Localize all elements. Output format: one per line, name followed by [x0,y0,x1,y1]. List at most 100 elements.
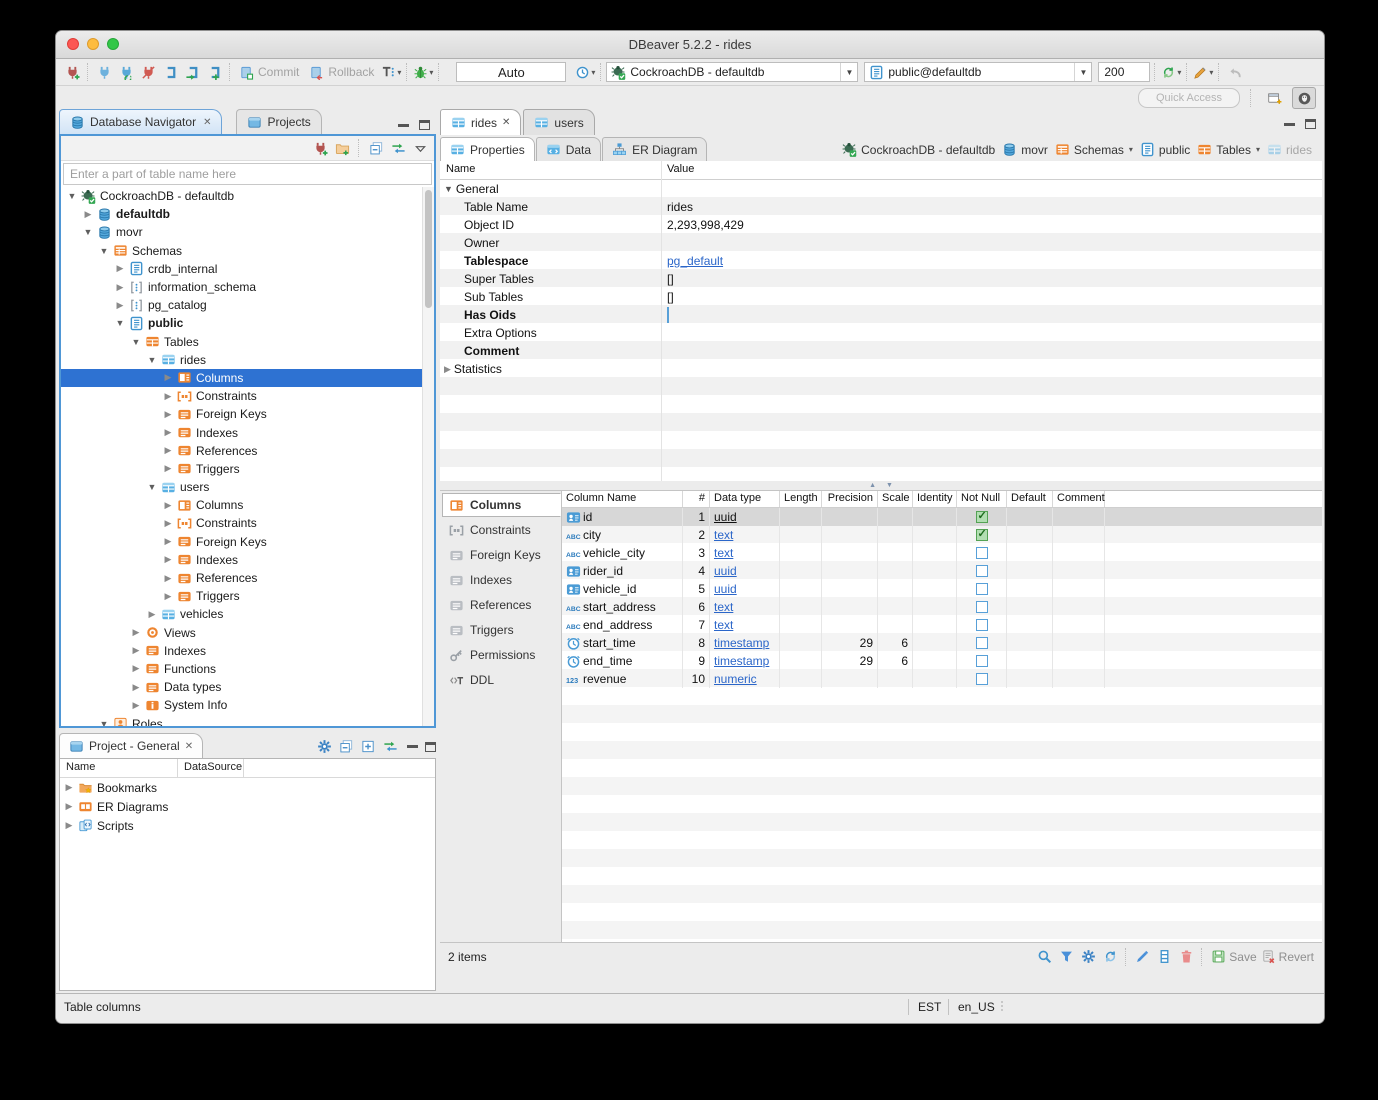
collapse-arrow-icon[interactable]: ▼ [131,337,141,347]
grid-filter-button[interactable] [1055,946,1077,968]
column-header-scale[interactable]: Scale [878,491,913,507]
cell-column-name[interactable]: ABCend_address [562,616,683,634]
new-sql-editor-button[interactable] [203,61,225,83]
expand-arrow-icon[interactable]: ▶ [163,536,173,547]
tree-item-references[interactable]: ▶References [61,569,434,587]
property-row-has-oids[interactable]: Has Oids [440,306,1322,324]
collapse-arrow-icon[interactable]: ▼ [99,719,109,726]
column-row-start-address[interactable]: ABCstart_address6text [562,598,1322,616]
cell-default[interactable] [1007,526,1053,544]
cell-[interactable]: 4 [683,562,710,580]
project-expand-all-button[interactable] [359,737,378,756]
open-sql-script-button[interactable] [181,61,203,83]
not-null-checkbox[interactable] [976,673,988,685]
save-button[interactable]: Save [1211,949,1256,964]
tree-item-triggers[interactable]: ▶Triggers [61,587,434,605]
cell-precision[interactable] [822,544,878,562]
column-header-identity[interactable]: Identity [913,491,957,507]
cell-default[interactable] [1007,652,1053,670]
column-row-rider-id[interactable]: rider_id4 uuid [562,562,1322,580]
not-null-checkbox[interactable] [976,547,988,559]
cell-not-null[interactable] [957,526,1007,544]
cell-precision[interactable] [822,562,878,580]
cell-precision[interactable]: 29 [822,634,878,652]
not-null-checkbox[interactable] [976,619,988,631]
cell-length[interactable] [780,562,822,580]
tree-item-indexes[interactable]: ▶Indexes [61,551,434,569]
commit-button[interactable] [235,61,257,83]
cell-data-type[interactable]: uuid [710,562,780,580]
cell-default[interactable] [1007,616,1053,634]
revert-button[interactable]: Revert [1261,949,1314,964]
tree-item-foreign-keys[interactable]: ▶Foreign Keys [61,533,434,551]
data-type-link[interactable]: text [714,546,733,560]
disconnect-button[interactable] [137,61,159,83]
cell-comment[interactable] [1053,562,1105,580]
tree-item-crdb-internal[interactable]: ▶crdb_internal [61,260,434,278]
column-row-vehicle-id[interactable]: vehicle_id5uuid [562,580,1322,598]
cell-not-null[interactable] [957,670,1007,688]
data-type-link[interactable]: uuid [714,582,737,596]
has-oids-checkbox[interactable] [667,307,669,323]
data-type-link[interactable]: uuid [714,510,737,524]
property-value[interactable]: pg_default [661,254,723,268]
cell-default[interactable] [1007,544,1053,562]
cell-scale[interactable] [878,616,913,634]
expand-arrow-icon[interactable]: ▶ [444,364,451,375]
property-row-extra-options[interactable]: Extra Options [440,324,1322,342]
cell-not-null[interactable] [957,616,1007,634]
navigator-scrollbar[interactable] [422,187,434,726]
cell-length[interactable] [780,580,822,598]
cell-length[interactable] [780,616,822,634]
detail-tab-references[interactable]: References [442,593,561,617]
cell-comment[interactable] [1053,508,1105,526]
nav-new-connection-button[interactable] [310,138,330,158]
column-divider[interactable] [661,161,662,481]
data-type-link[interactable]: uuid [714,564,737,578]
cell-identity[interactable] [913,580,957,598]
cell-data-type[interactable]: text [710,544,780,562]
cell-[interactable]: 6 [683,598,710,616]
cell-column-name[interactable]: rider_id [562,562,683,580]
detail-tab-ddl[interactable]: DDL [442,668,561,692]
close-icon[interactable]: ✕ [185,741,193,752]
new-connection-button[interactable] [61,61,83,83]
expand-arrow-icon[interactable]: ▶ [64,801,74,812]
property-row-table-name[interactable]: Table Namerides [440,198,1322,216]
not-null-checkbox[interactable] [976,583,988,595]
breadcrumb-movr[interactable]: movr [1002,142,1048,157]
cell-default[interactable] [1007,670,1053,688]
sql-editor-button[interactable] [159,61,181,83]
database-combo-arrow[interactable]: ▼ [1074,63,1087,81]
expand-arrow-icon[interactable]: ▶ [83,209,93,220]
tree-item-references[interactable]: ▶References [61,442,434,460]
cell-data-type[interactable]: numeric [710,670,780,688]
expand-arrow-icon[interactable]: ▶ [131,627,141,638]
table-filter-input[interactable]: Enter a part of table name here [63,163,432,185]
column-header-value[interactable]: Value [661,161,700,179]
minimize-view-button[interactable] [407,745,418,748]
chevron-down-icon[interactable]: ▾ [1256,145,1260,154]
cell-[interactable]: 3 [683,544,710,562]
cell-precision[interactable] [822,580,878,598]
tree-item-public[interactable]: ▼public [61,314,434,332]
tree-item-information-schema[interactable]: ▶information_schema [61,278,434,296]
cell-column-name[interactable]: end_time [562,652,683,670]
view-menu-button[interactable] [410,138,430,158]
column-row-id[interactable]: id1uuid [562,508,1322,526]
cell-data-type[interactable]: text [710,616,780,634]
property-value[interactable] [661,308,669,322]
edit-tools-button[interactable]: ▾ [1192,61,1214,83]
tree-item-data-types[interactable]: ▶Data types [61,678,434,696]
cell-column-name[interactable]: ABCvehicle_city [562,544,683,562]
expand-arrow-icon[interactable]: ▶ [115,282,125,293]
cell-not-null[interactable] [957,598,1007,616]
cell-column-name[interactable]: start_time [562,634,683,652]
tree-item-indexes[interactable]: ▶Indexes [61,642,434,660]
property-row-super-tables[interactable]: Super Tables[] [440,270,1322,288]
grid-settings-button[interactable] [1077,946,1099,968]
debug-button[interactable]: ▾ [412,61,434,83]
reconnect-button[interactable] [115,61,137,83]
cell-[interactable]: 7 [683,616,710,634]
collapse-down-icon[interactable]: ▼ [886,482,893,489]
